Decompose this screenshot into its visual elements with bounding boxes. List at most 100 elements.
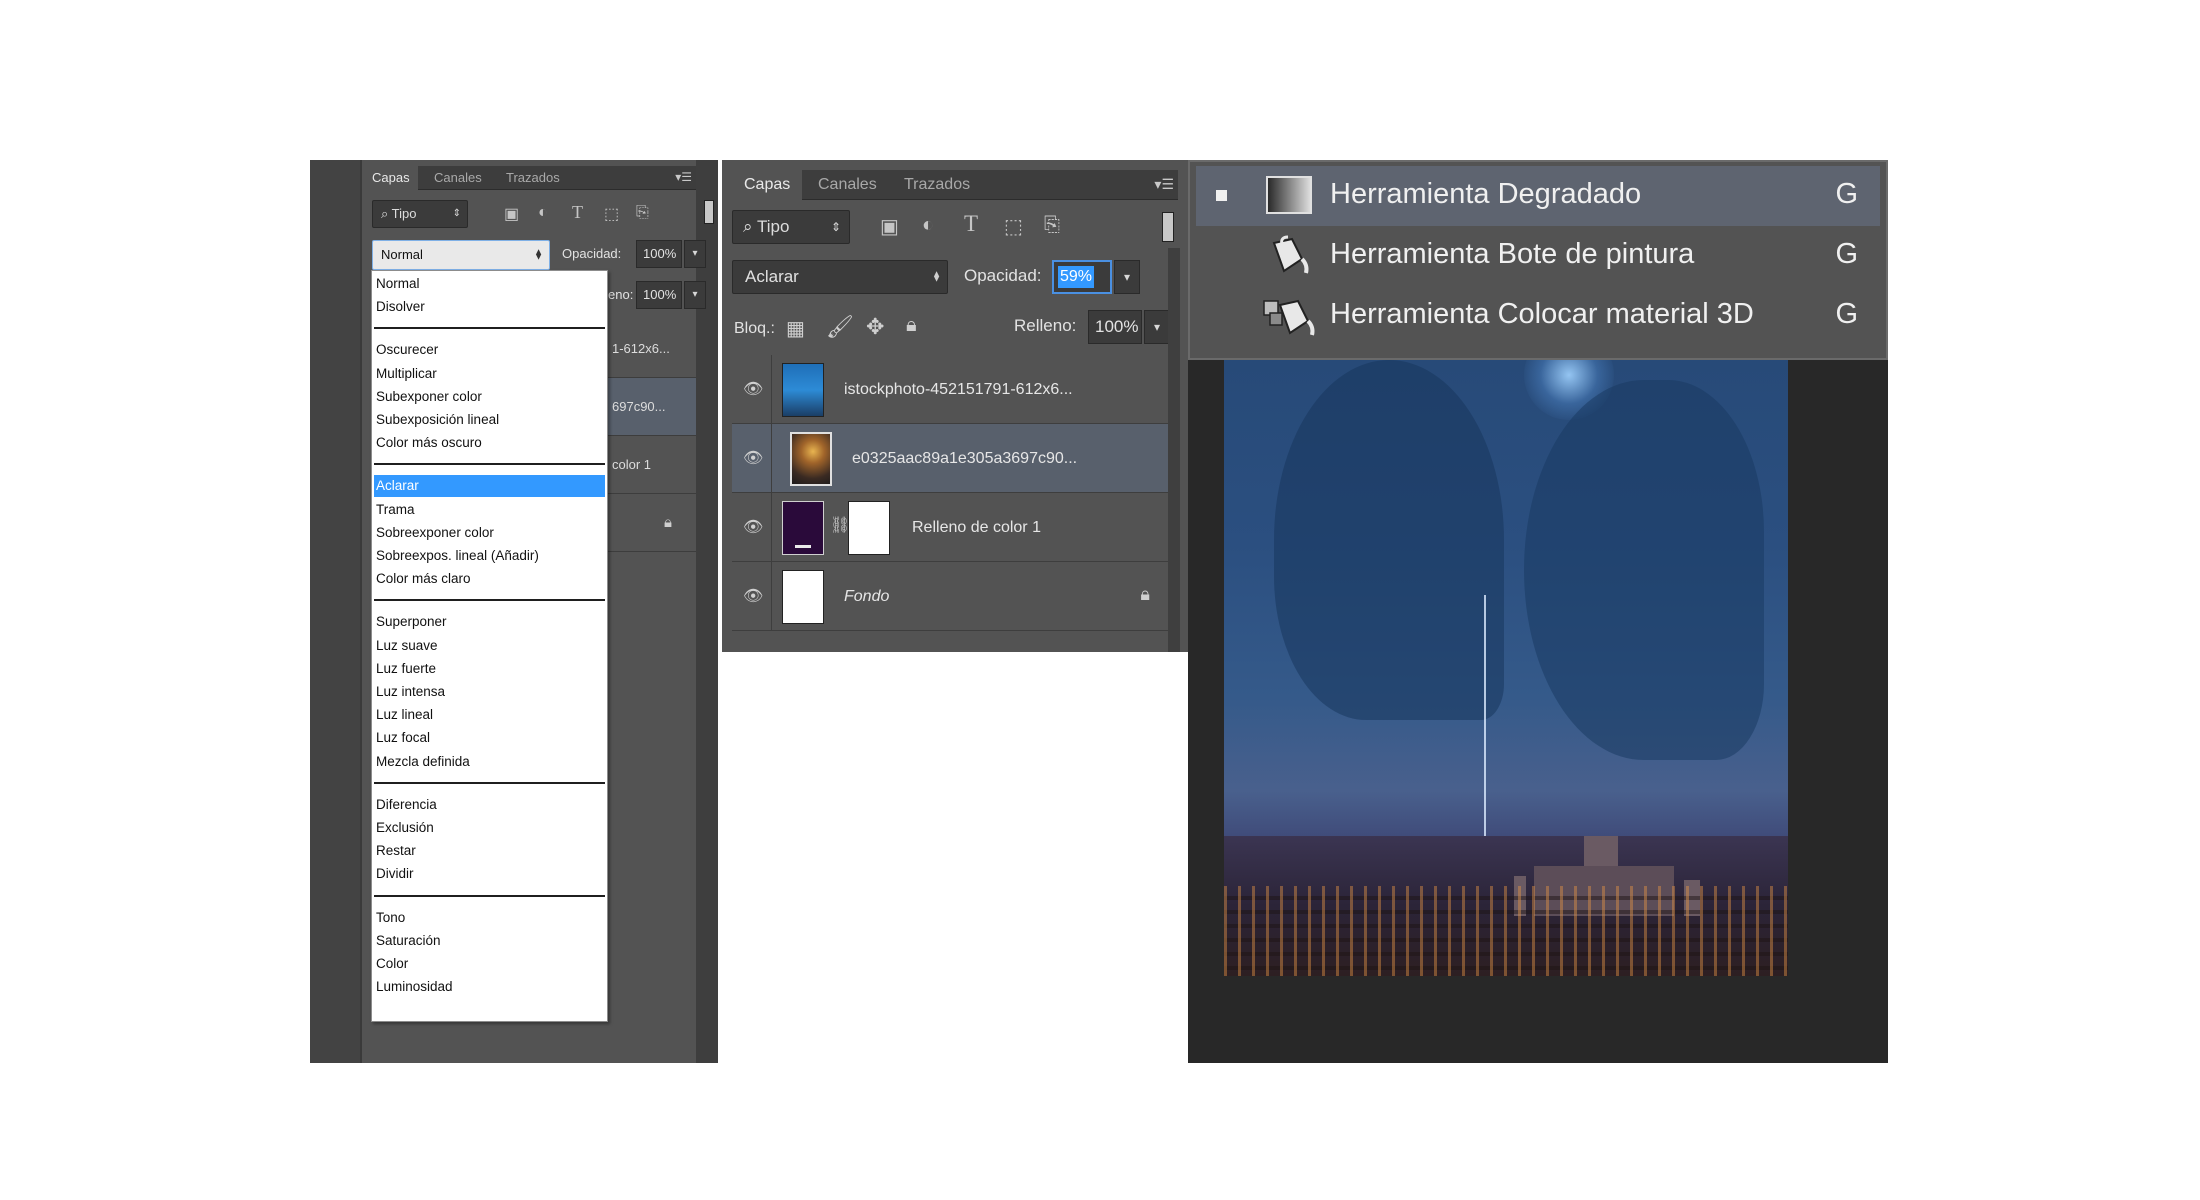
visibility-toggle[interactable]: 👁︎ <box>732 355 772 424</box>
blend-menu-item[interactable]: Tono <box>374 907 605 929</box>
opacity-input[interactable]: 59% <box>1052 260 1112 294</box>
visibility-toggle[interactable]: 👁︎ <box>732 424 772 493</box>
layer-row-partial-selected[interactable]: 697c90... <box>608 378 696 436</box>
fill-slider-toggle[interactable]: ▾ <box>1144 310 1170 344</box>
blend-menu-item[interactable]: Dividir <box>374 863 605 885</box>
layer-name: Relleno de color 1 <box>912 519 1041 536</box>
panel-tabbar: Capas Canales Trazados ▾☰ <box>364 166 696 190</box>
tab-trazados[interactable]: Trazados <box>498 166 568 190</box>
blend-menu-item[interactable]: Saturación <box>374 930 605 952</box>
panel-menu-icon[interactable]: ▾☰ <box>675 170 692 184</box>
opacity-slider-toggle[interactable]: ▾ <box>684 240 706 268</box>
layers-scrollbar[interactable] <box>1168 248 1180 652</box>
opacity-selected-value: 59% <box>1058 266 1095 288</box>
filter-toggle-switch[interactable] <box>1162 212 1174 242</box>
smart-object-filter-icon[interactable]: ⎘ <box>636 204 649 222</box>
blend-menu-item[interactable]: Diferencia <box>374 794 605 816</box>
blend-mode-dropdown[interactable]: Aclarar ▲ ▼ <box>732 260 948 294</box>
blend-menu-item[interactable]: Luz lineal <box>374 704 605 726</box>
filter-type-dropdown[interactable]: ⌕ Tipo ⇕ <box>372 200 468 228</box>
blend-menu-item[interactable]: Sobreexpos. lineal (Añadir) <box>374 545 605 567</box>
blend-menu-item[interactable]: Superponer <box>374 611 605 633</box>
blend-menu-item[interactable]: Luz focal <box>374 727 605 749</box>
tab-capas[interactable]: Capas <box>732 170 803 200</box>
layer-row[interactable]: 👁︎ istockphoto-452151791-612x6... <box>732 355 1180 424</box>
opacity-input[interactable]: 100% <box>636 240 682 268</box>
fill-input[interactable]: 100% <box>636 281 682 309</box>
tool-shortcut: G <box>1835 238 1858 270</box>
blend-menu-item[interactable]: Trama <box>374 499 605 521</box>
layer-row[interactable]: 👁︎ ⛓︎ Relleno de color 1 <box>732 493 1180 562</box>
tool-item-paint-bucket[interactable]: Herramienta Bote de pintura G <box>1196 226 1880 286</box>
visibility-toggle[interactable]: 👁︎ <box>732 493 772 562</box>
layer-mask-thumbnail[interactable] <box>848 501 890 555</box>
layer-row-partial[interactable]: color 1 <box>608 436 696 494</box>
eye-icon: 👁︎ <box>743 450 764 467</box>
blend-menu-item[interactable]: Subexponer color <box>374 386 605 408</box>
type-filter-icon[interactable]: T <box>572 202 583 223</box>
tab-canales[interactable]: Canales <box>806 170 889 200</box>
blend-menu-item[interactable]: Restar <box>374 840 605 862</box>
blend-menu-item[interactable]: Mezcla definida <box>374 751 605 773</box>
panel-tabbar: Capas Canales Trazados ▾☰ <box>732 170 1178 200</box>
layer-row[interactable]: 👁︎ Fondo 🔒︎ <box>732 562 1180 631</box>
layer-row-partial-locked[interactable]: 🔒︎ <box>608 494 696 552</box>
layer-name: Fondo <box>844 588 890 605</box>
menu-separator <box>374 327 605 330</box>
lock-label: Bloq.: <box>734 320 775 337</box>
blend-menu-item[interactable]: Color más claro <box>374 568 605 590</box>
blend-menu-item[interactable]: Normal <box>374 273 605 295</box>
filter-type-dropdown[interactable]: ⌕ Tipo ⇕ <box>732 210 850 244</box>
visibility-toggle[interactable]: 👁︎ <box>732 562 772 631</box>
tool-item-gradient[interactable]: Herramienta Degradado G <box>1196 166 1880 226</box>
opacity-label: Opacidad: <box>964 266 1042 285</box>
tab-canales[interactable]: Canales <box>426 166 490 190</box>
image-filter-icon[interactable]: ▣ <box>504 204 519 224</box>
tool-flyout-menu: Herramienta Degradado G Herramienta Bote… <box>1188 160 1888 360</box>
blend-mode-dropdown[interactable]: Normal ▲ ▼ <box>372 240 550 270</box>
blend-menu-item[interactable]: Exclusión <box>374 817 605 839</box>
blend-menu-item[interactable]: Luminosidad <box>374 976 605 998</box>
image-filter-icon[interactable]: ▣ <box>880 214 899 239</box>
shape-filter-icon[interactable]: ⬚ <box>604 204 619 224</box>
eye-icon: 👁︎ <box>743 381 764 398</box>
smart-object-filter-icon[interactable]: ⎘ <box>1044 214 1060 237</box>
filter-toggle-switch[interactable] <box>704 200 714 224</box>
lock-position-move-icon[interactable]: ✥ <box>866 314 884 340</box>
shape-filter-icon[interactable]: ⬚ <box>1004 214 1023 239</box>
blend-menu-item[interactable]: Aclarar <box>374 475 605 498</box>
tab-trazados[interactable]: Trazados <box>892 170 982 200</box>
blend-menu-item[interactable]: Luz intensa <box>374 681 605 703</box>
blend-menu-item[interactable]: Disolver <box>374 296 605 318</box>
artwork-canvas[interactable] <box>1224 360 1788 976</box>
fill-slider-toggle[interactable]: ▾ <box>684 281 706 309</box>
opacity-slider-toggle[interactable]: ▾ <box>1114 260 1140 294</box>
blend-menu-item[interactable]: Oscurecer <box>374 339 605 361</box>
adjustment-filter-icon[interactable]: ◐ <box>538 204 548 222</box>
panel-menu-icon[interactable]: ▾☰ <box>1154 176 1174 193</box>
tab-capas[interactable]: Capas <box>364 166 418 190</box>
layer-row-partial[interactable]: 1-612x6... <box>608 320 696 378</box>
menu-separator <box>374 599 605 602</box>
artwork-light-beam <box>1484 595 1486 855</box>
fill-input[interactable]: 100% <box>1088 310 1142 344</box>
3d-material-drop-icon <box>1262 295 1315 337</box>
tool-item-3d-material[interactable]: Herramienta Colocar material 3D G <box>1196 286 1880 346</box>
search-icon: ⌕ <box>381 206 389 221</box>
blend-menu-item[interactable]: Luz suave <box>374 635 605 657</box>
blend-menu-item[interactable]: Multiplicar <box>374 363 605 385</box>
updown-arrows-icon: ⇕ <box>830 220 841 234</box>
lock-all-icon[interactable]: 🔒︎ <box>906 314 917 337</box>
blend-menu-item[interactable]: Subexposición lineal <box>374 409 605 431</box>
lock-transparent-pixels-icon[interactable]: ▦ <box>786 316 805 341</box>
blend-menu-item[interactable]: Luz fuerte <box>374 658 605 680</box>
blend-menu-item[interactable]: Color <box>374 953 605 975</box>
blend-menu-item[interactable]: Sobreexponer color <box>374 522 605 544</box>
layer-row-selected[interactable]: 👁︎ e0325aac89a1e305a3697c90... <box>732 424 1180 493</box>
layers-panel: Capas Canales Trazados ▾☰ ⌕ Tipo ⇕ ▣ ◐ T… <box>722 160 1188 652</box>
layers-panel-small: Capas Canales Trazados ▾☰ ⌕ Tipo ⇕ ▣ ◐ T… <box>310 160 718 1063</box>
type-filter-icon[interactable]: T <box>964 211 978 237</box>
lock-image-pixels-brush-icon[interactable]: 🖌︎ <box>826 314 854 340</box>
adjustment-filter-icon[interactable]: ◐ <box>922 214 934 237</box>
blend-menu-item[interactable]: Color más oscuro <box>374 432 605 454</box>
